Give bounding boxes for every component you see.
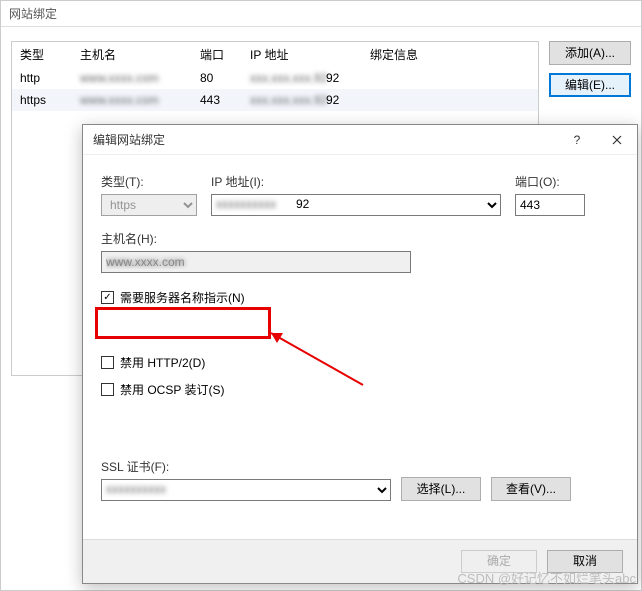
col-info[interactable]: 绑定信息 bbox=[362, 42, 538, 67]
http2-label: 禁用 HTTP/2(D) bbox=[120, 354, 205, 371]
close-button[interactable] bbox=[597, 125, 637, 155]
host-input[interactable] bbox=[101, 251, 411, 273]
type-label: 类型(T): bbox=[101, 173, 197, 190]
cell-port: 443 bbox=[192, 89, 242, 111]
close-icon bbox=[612, 135, 622, 145]
dialog-titlebar: 编辑网站绑定 ? bbox=[83, 125, 637, 155]
select-cert-button[interactable]: 选择(L)... bbox=[401, 477, 481, 501]
cell-type: http bbox=[12, 67, 72, 89]
http2-checkbox-row[interactable]: 禁用 HTTP/2(D) bbox=[101, 354, 619, 371]
col-port[interactable]: 端口 bbox=[192, 42, 242, 67]
ip-select[interactable] bbox=[211, 194, 501, 216]
view-cert-button[interactable]: 查看(V)... bbox=[491, 477, 571, 501]
cell-info bbox=[362, 89, 538, 111]
watermark: CSDN @好记忆不如烂笔头abc bbox=[457, 568, 636, 587]
ocsp-checkbox[interactable] bbox=[101, 383, 114, 396]
ssl-label: SSL 证书(F): bbox=[101, 458, 391, 475]
bindings-table: 类型 主机名 端口 IP 地址 绑定信息 http www.xxxx.com 8… bbox=[12, 42, 538, 111]
add-button[interactable]: 添加(A)... bbox=[549, 41, 631, 65]
main-title: 网站绑定 bbox=[9, 5, 57, 22]
sni-checkbox-row[interactable]: 需要服务器名称指示(N) bbox=[101, 289, 619, 306]
http2-checkbox[interactable] bbox=[101, 356, 114, 369]
ocsp-checkbox-row[interactable]: 禁用 OCSP 装订(S) bbox=[101, 381, 619, 398]
dialog-title: 编辑网站绑定 bbox=[83, 131, 557, 148]
sni-checkbox[interactable] bbox=[101, 291, 114, 304]
cell-host: www.xxxx.com bbox=[72, 89, 192, 111]
ocsp-label: 禁用 OCSP 装订(S) bbox=[120, 381, 224, 398]
cell-info bbox=[362, 67, 538, 89]
col-host[interactable]: 主机名 bbox=[72, 42, 192, 67]
type-select: https bbox=[101, 194, 197, 216]
edit-binding-dialog: 编辑网站绑定 ? 类型(T): https IP 地址(I): xxxxxxxx… bbox=[82, 124, 638, 584]
col-ip[interactable]: IP 地址 bbox=[242, 42, 362, 67]
port-label: 端口(O): bbox=[515, 173, 585, 190]
help-button[interactable]: ? bbox=[557, 125, 597, 155]
main-titlebar: 网站绑定 bbox=[1, 1, 641, 27]
port-input[interactable] bbox=[515, 194, 585, 216]
ssl-select[interactable] bbox=[101, 479, 391, 501]
edit-button[interactable]: 编辑(E)... bbox=[549, 73, 631, 97]
col-type[interactable]: 类型 bbox=[12, 42, 72, 67]
ip-label: IP 地址(I): bbox=[211, 173, 501, 190]
cell-port: 80 bbox=[192, 67, 242, 89]
host-label: 主机名(H): bbox=[101, 230, 411, 247]
table-row[interactable]: https www.xxxx.com 443 xxx.xxx.xxx.9292 bbox=[12, 89, 538, 111]
cell-ip: xxx.xxx.xxx.9292 bbox=[242, 89, 362, 111]
cell-host: www.xxxx.com bbox=[72, 67, 192, 89]
table-row[interactable]: http www.xxxx.com 80 xxx.xxx.xxx.9292 bbox=[12, 67, 538, 89]
cell-ip: xxx.xxx.xxx.9292 bbox=[242, 67, 362, 89]
sni-label: 需要服务器名称指示(N) bbox=[120, 289, 245, 306]
cell-type: https bbox=[12, 89, 72, 111]
